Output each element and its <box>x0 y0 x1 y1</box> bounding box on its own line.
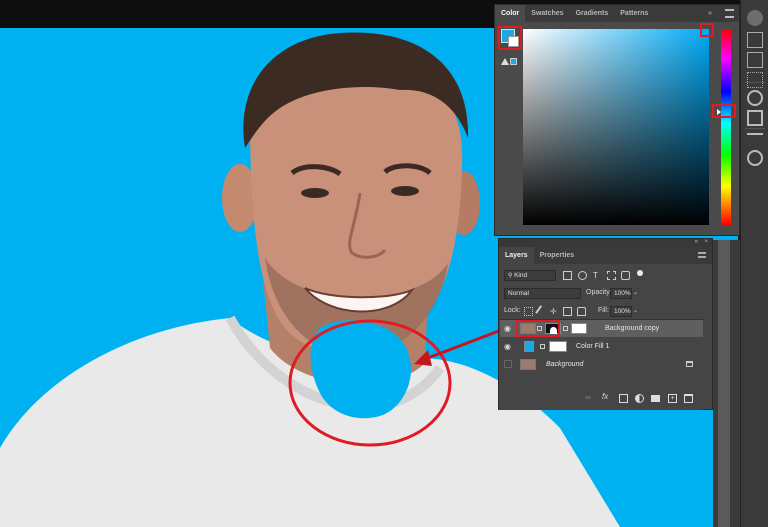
properties-icon[interactable] <box>747 110 763 126</box>
filter-shape-icon[interactable] <box>607 271 616 280</box>
fx-icon[interactable]: fx <box>602 392 608 401</box>
fill-label: Fill: <box>598 307 609 314</box>
opacity-input[interactable]: 100% <box>610 288 632 299</box>
lock-all-icon[interactable] <box>577 307 586 316</box>
layer-row-background[interactable]: Background <box>500 356 703 373</box>
filter-pixel-icon[interactable] <box>563 271 572 280</box>
panel-dock-strip <box>740 0 768 527</box>
layer-mask-thumbnail[interactable] <box>549 341 567 352</box>
fill-input[interactable]: 100% <box>610 306 632 317</box>
filter-kind-value: Kind <box>514 272 528 279</box>
color-panel: Color Swatches Gradients Patterns » <box>494 4 740 236</box>
eye-icon[interactable]: ◉ <box>504 338 511 355</box>
tab-swatches[interactable]: Swatches <box>525 5 569 22</box>
right-eye-shape <box>391 186 419 196</box>
divider <box>745 128 765 129</box>
eye-icon[interactable]: ◉ <box>504 320 511 337</box>
panel-header-bar <box>499 239 712 247</box>
link-layers-icon[interactable]: ∞ <box>585 393 591 402</box>
filter-kind-dropdown[interactable]: ⚲ Kind <box>504 270 556 281</box>
out-of-gamut-warning-icon[interactable] <box>501 58 509 65</box>
highlight-hue-handle <box>712 104 736 118</box>
link-icon[interactable] <box>563 326 568 331</box>
lock-icon <box>686 361 693 367</box>
scrollbar-track[interactable] <box>718 240 730 527</box>
close-icon[interactable]: × <box>704 239 708 245</box>
layers-panel: « × Layers Properties ⚲ Kind T Normal Op… <box>498 238 713 410</box>
tab-patterns[interactable]: Patterns <box>614 5 654 22</box>
layer-name[interactable]: Background <box>546 356 583 373</box>
panel-menu-icon[interactable] <box>698 252 706 258</box>
color-picker-field[interactable] <box>523 29 709 225</box>
opacity-value: 100% <box>614 290 631 297</box>
lock-image-icon[interactable] <box>535 305 548 318</box>
adjustment-layer-icon[interactable] <box>635 394 644 403</box>
folder-icon[interactable] <box>651 395 660 402</box>
lock-position-icon[interactable]: ✛ <box>550 307 559 316</box>
visibility-off-box[interactable] <box>504 360 512 368</box>
trash-icon[interactable] <box>684 394 693 403</box>
highlight-field-corner <box>700 23 714 37</box>
divider <box>745 82 765 83</box>
highlight-layer-thumbs <box>516 320 560 337</box>
fill-color-thumbnail[interactable] <box>524 341 534 352</box>
add-mask-icon[interactable] <box>619 394 628 403</box>
color-panel-tabs: Color Swatches Gradients Patterns <box>495 5 739 22</box>
layer-name[interactable]: Color Fill 1 <box>576 338 609 355</box>
adjustments-icon[interactable] <box>747 90 763 106</box>
layers-bottom-toolbar: ∞ fx + <box>499 389 703 410</box>
collapse-chevron-icon[interactable]: » <box>708 10 717 18</box>
layer-row-background-copy[interactable]: ◉ Background copy <box>500 320 703 337</box>
tab-gradients[interactable]: Gradients <box>570 5 615 22</box>
photoshop-window: Color Swatches Gradients Patterns » « × … <box>0 0 768 527</box>
filter-smart-object-icon[interactable] <box>621 271 630 280</box>
layers-panel-tabs: Layers Properties <box>499 247 712 264</box>
blend-mode-dropdown[interactable]: Normal <box>504 288 581 299</box>
lock-artboard-icon[interactable] <box>563 307 572 316</box>
filter-adjustment-icon[interactable] <box>578 271 587 280</box>
highlight-swatch-box <box>498 26 522 50</box>
blend-mode-value: Normal <box>508 290 529 297</box>
layer-mask-thumbnail-2[interactable] <box>571 323 587 334</box>
paths-icon[interactable] <box>747 133 763 149</box>
tab-properties[interactable]: Properties <box>534 247 581 264</box>
chevron-down-icon[interactable]: ⌄ <box>633 307 638 314</box>
swatches-icon[interactable] <box>747 32 763 48</box>
link-icon[interactable] <box>540 344 545 349</box>
gamut-color-chip[interactable] <box>510 58 517 65</box>
collapse-chevron-icon[interactable]: « <box>695 239 698 245</box>
channels-icon[interactable] <box>747 150 763 166</box>
chevron-down-icon[interactable]: ⌄ <box>633 289 638 296</box>
opacity-label: Opacity: <box>586 289 612 296</box>
lock-transparent-icon[interactable] <box>524 307 533 316</box>
fill-value: 100% <box>614 308 631 315</box>
left-eye-shape <box>301 188 329 198</box>
color-panel-icon[interactable] <box>747 10 763 26</box>
lock-label: Lock: <box>504 307 521 314</box>
gradients-icon[interactable] <box>747 52 763 68</box>
filter-type-icon[interactable]: T <box>593 271 602 280</box>
hue-slider[interactable] <box>721 29 731 225</box>
patterns-icon[interactable] <box>747 72 763 88</box>
new-layer-icon[interactable]: + <box>668 394 677 403</box>
tab-color[interactable]: Color <box>495 5 526 22</box>
layer-row-color-fill[interactable]: ◉ Color Fill 1 <box>500 338 703 355</box>
tab-layers[interactable]: Layers <box>499 247 534 264</box>
panel-menu-icon[interactable] <box>725 9 734 18</box>
layer-thumbnail <box>520 359 536 370</box>
filter-toggle-icon[interactable] <box>637 270 643 276</box>
layer-name[interactable]: Background copy <box>605 320 659 337</box>
